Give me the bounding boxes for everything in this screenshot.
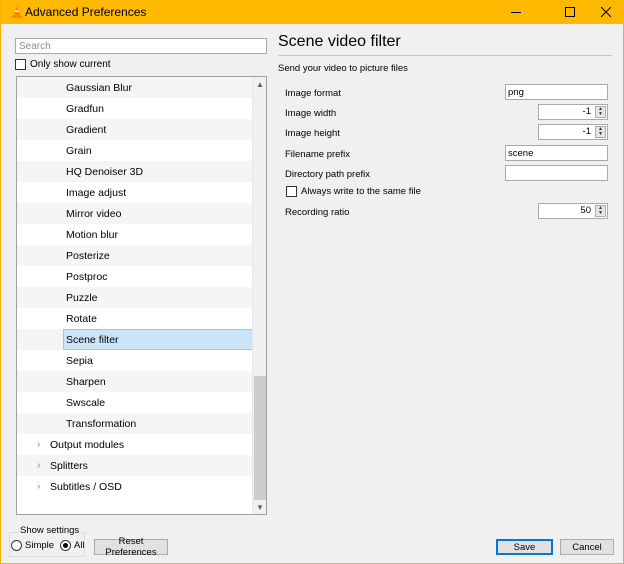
tree-item-label: Image adjust xyxy=(66,186,127,199)
recording-ratio-value[interactable] xyxy=(543,205,591,216)
always-write-same-file-checkbox[interactable]: Always write to the same file xyxy=(286,186,421,197)
tree-item-scene-filter[interactable]: Scene filter xyxy=(17,329,253,350)
scrollbar-thumb[interactable] xyxy=(254,376,266,500)
tree-item-label: Rotate xyxy=(66,312,97,325)
filename-prefix-input[interactable] xyxy=(505,145,608,161)
tree-item-label: Splitters xyxy=(50,459,88,472)
advanced-preferences-window: Advanced Preferences Only show current G… xyxy=(0,0,624,564)
tree-item-label: Posterize xyxy=(66,249,110,262)
panel-description: Send your video to picture files xyxy=(278,63,408,74)
spin-down-icon[interactable]: ▼ xyxy=(596,132,605,137)
cancel-button[interactable]: Cancel xyxy=(560,539,614,555)
all-radio[interactable] xyxy=(60,540,72,551)
image-format-input[interactable] xyxy=(505,84,608,100)
chevron-right-icon[interactable]: › xyxy=(37,460,40,471)
directory-path-prefix-input[interactable] xyxy=(505,165,608,181)
panel-title: Scene video filter xyxy=(278,33,401,50)
tree-item-hq-denoiser-3d[interactable]: HQ Denoiser 3D xyxy=(17,161,253,182)
tree-item-splitters[interactable]: › Splitters xyxy=(17,455,253,476)
maximize-button[interactable] xyxy=(554,0,586,24)
spin-buttons[interactable]: ▲ ▼ xyxy=(595,205,606,217)
always-write-same-file-label: Always write to the same file xyxy=(301,186,421,197)
tree-item-rotate[interactable]: Rotate xyxy=(17,308,253,329)
search-input[interactable] xyxy=(15,38,267,54)
tree-item-label: Gradient xyxy=(66,123,107,136)
tree-item-transformation[interactable]: Transformation xyxy=(17,413,253,434)
preferences-tree: Gaussian Blur Gradfun Gradient Grain HQ … xyxy=(16,76,267,515)
show-settings-radios: Simple All xyxy=(11,540,85,551)
tree-item-label: Postproc xyxy=(66,270,108,283)
spin-buttons[interactable]: ▲ ▼ xyxy=(595,126,606,138)
chevron-right-icon[interactable]: › xyxy=(37,439,40,450)
simple-radio[interactable] xyxy=(11,540,22,551)
tree-item-gradfun[interactable]: Gradfun xyxy=(17,98,253,119)
spin-down-icon[interactable]: ▼ xyxy=(596,112,605,117)
image-height-spinbox[interactable]: ▲▼ xyxy=(538,124,608,140)
tree-scrollbar[interactable]: ▲ ▼ xyxy=(252,77,266,514)
tree-item-output-modules[interactable]: › Output modules xyxy=(17,434,253,455)
reset-preferences-button[interactable]: Reset Preferences xyxy=(94,536,168,558)
window-title: Advanced Preferences xyxy=(25,5,147,19)
recording-ratio-spinbox[interactable]: ▲▼ xyxy=(538,203,608,219)
tree-item-mirror-video[interactable]: Mirror video xyxy=(17,203,253,224)
tree-item-motion-blur[interactable]: Motion blur xyxy=(17,224,253,245)
image-height-value[interactable] xyxy=(543,126,591,137)
tree-item-label: Transformation xyxy=(66,417,137,430)
spin-down-icon[interactable]: ▼ xyxy=(596,211,605,216)
tree-item-sharpen[interactable]: Sharpen xyxy=(17,371,253,392)
tree-item-label: Swscale xyxy=(66,396,106,409)
tree-item-puzzle[interactable]: Puzzle xyxy=(17,287,253,308)
only-show-current-label: Only show current xyxy=(30,59,111,70)
checkbox-box[interactable] xyxy=(15,59,26,70)
tree-item-label: Gradfun xyxy=(66,102,104,115)
tree-item-label: Mirror video xyxy=(66,207,122,220)
all-radio-label: All xyxy=(74,540,85,551)
tree-item-label: Subtitles / OSD xyxy=(50,480,122,493)
tree-item-swscale[interactable]: Swscale xyxy=(17,392,253,413)
only-show-current-checkbox[interactable]: Only show current xyxy=(15,59,111,70)
image-width-label: Image width xyxy=(285,108,337,119)
tree-item-subtitles-osd[interactable]: › Subtitles / OSD xyxy=(17,476,253,497)
tree-item-label: HQ Denoiser 3D xyxy=(66,165,144,178)
chevron-up-icon[interactable]: ▲ xyxy=(253,77,266,91)
image-width-spinbox[interactable]: ▲▼ xyxy=(538,104,608,120)
minimize-button[interactable] xyxy=(500,0,532,24)
filename-prefix-label: Filename prefix xyxy=(285,149,350,160)
tree-item-label: Output modules xyxy=(50,438,125,451)
minimize-icon xyxy=(511,12,521,13)
tree-item-label: Scene filter xyxy=(66,333,119,346)
checkbox-box[interactable] xyxy=(286,186,297,197)
tree-item-gradient[interactable]: Gradient xyxy=(17,119,253,140)
chevron-right-icon[interactable]: › xyxy=(37,481,40,492)
maximize-icon xyxy=(565,7,575,17)
chevron-down-icon[interactable]: ▼ xyxy=(253,500,266,514)
tree-item-postproc[interactable]: Postproc xyxy=(17,266,253,287)
tree-item-label: Puzzle xyxy=(66,291,98,304)
directory-path-prefix-label: Directory path prefix xyxy=(285,169,371,180)
tree-item-posterize[interactable]: Posterize xyxy=(17,245,253,266)
tree-item-gaussian-blur[interactable]: Gaussian Blur xyxy=(17,77,253,98)
show-settings-label: Show settings xyxy=(18,525,82,536)
close-icon xyxy=(601,7,611,17)
save-button[interactable]: Save xyxy=(496,539,553,555)
image-format-label: Image format xyxy=(285,88,341,99)
tree-item-label: Sharpen xyxy=(66,375,106,388)
tree-item-sepia[interactable]: Sepia xyxy=(17,350,253,371)
tree-item-grain[interactable]: Grain xyxy=(17,140,253,161)
close-button[interactable] xyxy=(590,0,622,24)
title-bar: Advanced Preferences xyxy=(1,0,624,24)
tree-item-label: Grain xyxy=(66,144,92,157)
recording-ratio-label: Recording ratio xyxy=(285,207,350,218)
spin-buttons[interactable]: ▲ ▼ xyxy=(595,106,606,118)
tree-item-label: Gaussian Blur xyxy=(66,81,132,94)
tree-item-image-adjust[interactable]: Image adjust xyxy=(17,182,253,203)
vlc-cone-icon xyxy=(11,6,23,18)
tree-item-label: Motion blur xyxy=(66,228,118,241)
image-height-label: Image height xyxy=(285,128,340,139)
image-width-value[interactable] xyxy=(543,106,591,117)
simple-radio-label: Simple xyxy=(25,540,55,551)
panel-divider xyxy=(278,55,612,56)
tree-item-label: Sepia xyxy=(66,354,93,367)
